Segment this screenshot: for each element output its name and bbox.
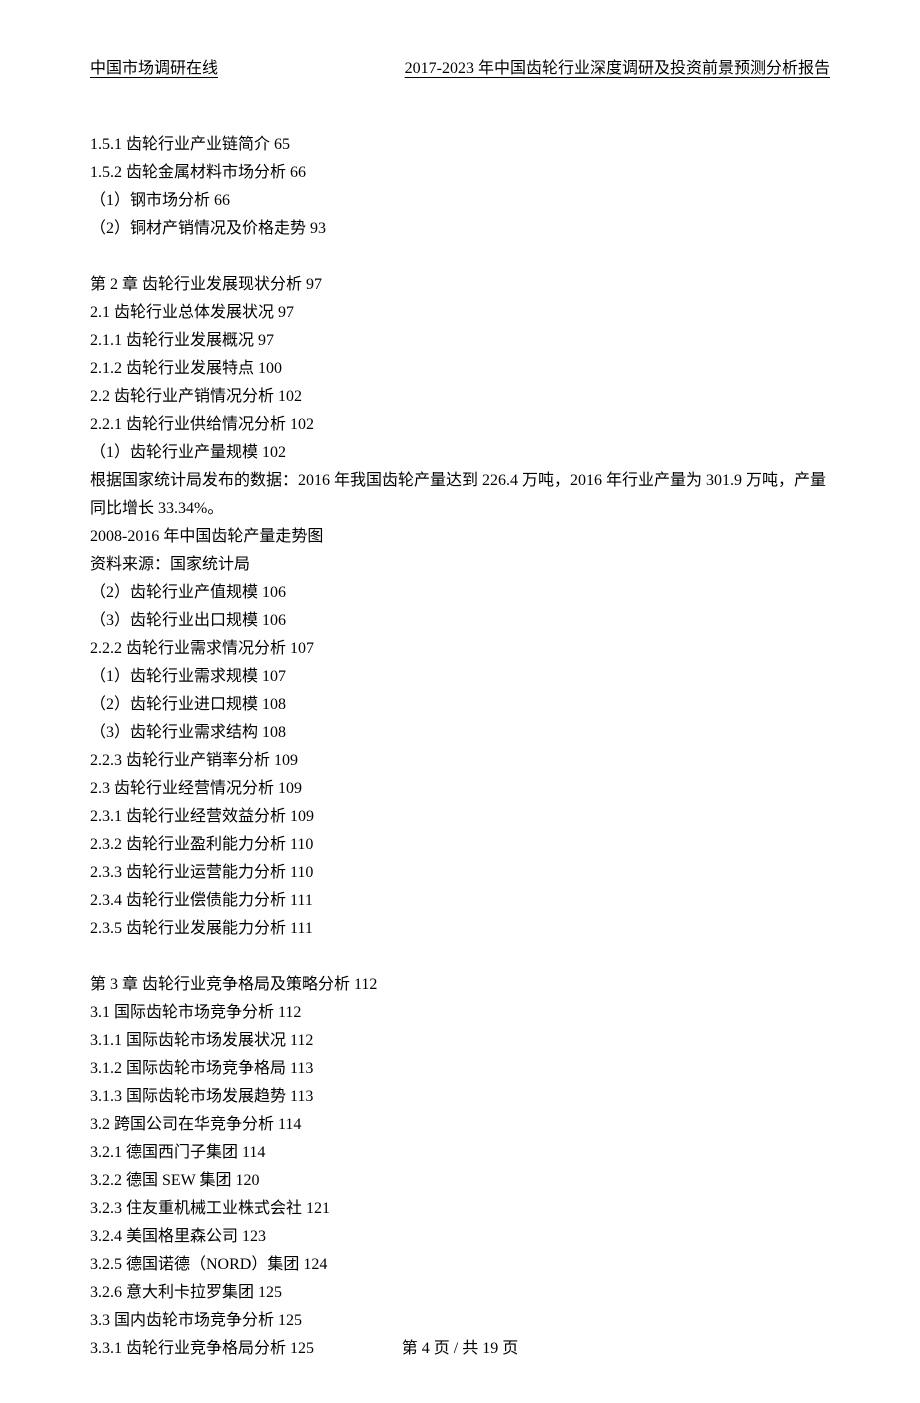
toc-line: （1）齿轮行业需求规模 107 (90, 663, 830, 691)
toc-line: 2.2.2 齿轮行业需求情况分析 107 (90, 635, 830, 663)
toc-line: 1.5.1 齿轮行业产业链简介 65 (90, 131, 830, 159)
document-body: 1.5.1 齿轮行业产业链简介 651.5.2 齿轮金属材料市场分析 66（1）… (90, 131, 830, 1363)
toc-line: 3.2 跨国公司在华竞争分析 114 (90, 1111, 830, 1139)
document-page: 中国市场调研在线 2017-2023 年中国齿轮行业深度调研及投资前景预测分析报… (0, 0, 920, 1403)
toc-line: 3.2.2 德国 SEW 集团 120 (90, 1167, 830, 1195)
toc-line: 2.1 齿轮行业总体发展状况 97 (90, 299, 830, 327)
toc-line: （1）齿轮行业产量规模 102 (90, 439, 830, 467)
toc-line: 2.3.2 齿轮行业盈利能力分析 110 (90, 831, 830, 859)
header-right-text: 2017-2023 年中国齿轮行业深度调研及投资前景预测分析报告 (405, 55, 830, 83)
toc-line: 3.2.1 德国西门子集团 114 (90, 1139, 830, 1167)
toc-line: 2.2.3 齿轮行业产销率分析 109 (90, 747, 830, 775)
toc-line: 2.3.5 齿轮行业发展能力分析 111 (90, 915, 830, 943)
toc-line: 第 3 章 齿轮行业竞争格局及策略分析 112 (90, 971, 830, 999)
toc-line: （2）齿轮行业进口规模 108 (90, 691, 830, 719)
page-number: 第 4 页 / 共 19 页 (402, 1340, 518, 1357)
page-header: 中国市场调研在线 2017-2023 年中国齿轮行业深度调研及投资前景预测分析报… (90, 55, 830, 83)
toc-line: 3.1.3 国际齿轮市场发展趋势 113 (90, 1083, 830, 1111)
toc-line: （2）铜材产销情况及价格走势 93 (90, 215, 830, 243)
blank-line (90, 243, 830, 271)
toc-line: 3.1.2 国际齿轮市场竞争格局 113 (90, 1055, 830, 1083)
toc-line: 第 2 章 齿轮行业发展现状分析 97 (90, 271, 830, 299)
toc-line: 2.3.4 齿轮行业偿债能力分析 111 (90, 887, 830, 915)
toc-line: 2.3.3 齿轮行业运营能力分析 110 (90, 859, 830, 887)
toc-line: 3.2.4 美国格里森公司 123 (90, 1223, 830, 1251)
toc-line: 3.1 国际齿轮市场竞争分析 112 (90, 999, 830, 1027)
toc-line: （3）齿轮行业需求结构 108 (90, 719, 830, 747)
toc-line: 3.1.1 国际齿轮市场发展状况 112 (90, 1027, 830, 1055)
toc-line: 2.3.1 齿轮行业经营效益分析 109 (90, 803, 830, 831)
toc-line: 2008-2016 年中国齿轮产量走势图 (90, 523, 830, 551)
toc-line: 2.1.2 齿轮行业发展特点 100 (90, 355, 830, 383)
toc-line: （1）钢市场分析 66 (90, 187, 830, 215)
toc-line: 3.3 国内齿轮市场竞争分析 125 (90, 1307, 830, 1335)
toc-line: （2）齿轮行业产值规模 106 (90, 579, 830, 607)
toc-line: 根据国家统计局发布的数据：2016 年我国齿轮产量达到 226.4 万吨，201… (90, 467, 830, 523)
toc-line: 资料来源：国家统计局 (90, 551, 830, 579)
toc-line: （3）齿轮行业出口规模 106 (90, 607, 830, 635)
toc-line: 1.5.2 齿轮金属材料市场分析 66 (90, 159, 830, 187)
toc-line: 3.2.3 住友重机械工业株式会社 121 (90, 1195, 830, 1223)
toc-line: 2.2 齿轮行业产销情况分析 102 (90, 383, 830, 411)
toc-line: 3.2.6 意大利卡拉罗集团 125 (90, 1279, 830, 1307)
blank-line (90, 943, 830, 971)
toc-line: 3.2.5 德国诺德（NORD）集团 124 (90, 1251, 830, 1279)
toc-line: 2.1.1 齿轮行业发展概况 97 (90, 327, 830, 355)
header-left-text: 中国市场调研在线 (90, 55, 218, 83)
toc-line: 2.3 齿轮行业经营情况分析 109 (90, 775, 830, 803)
toc-line: 2.2.1 齿轮行业供给情况分析 102 (90, 411, 830, 439)
page-footer: 第 4 页 / 共 19 页 (0, 1335, 920, 1363)
